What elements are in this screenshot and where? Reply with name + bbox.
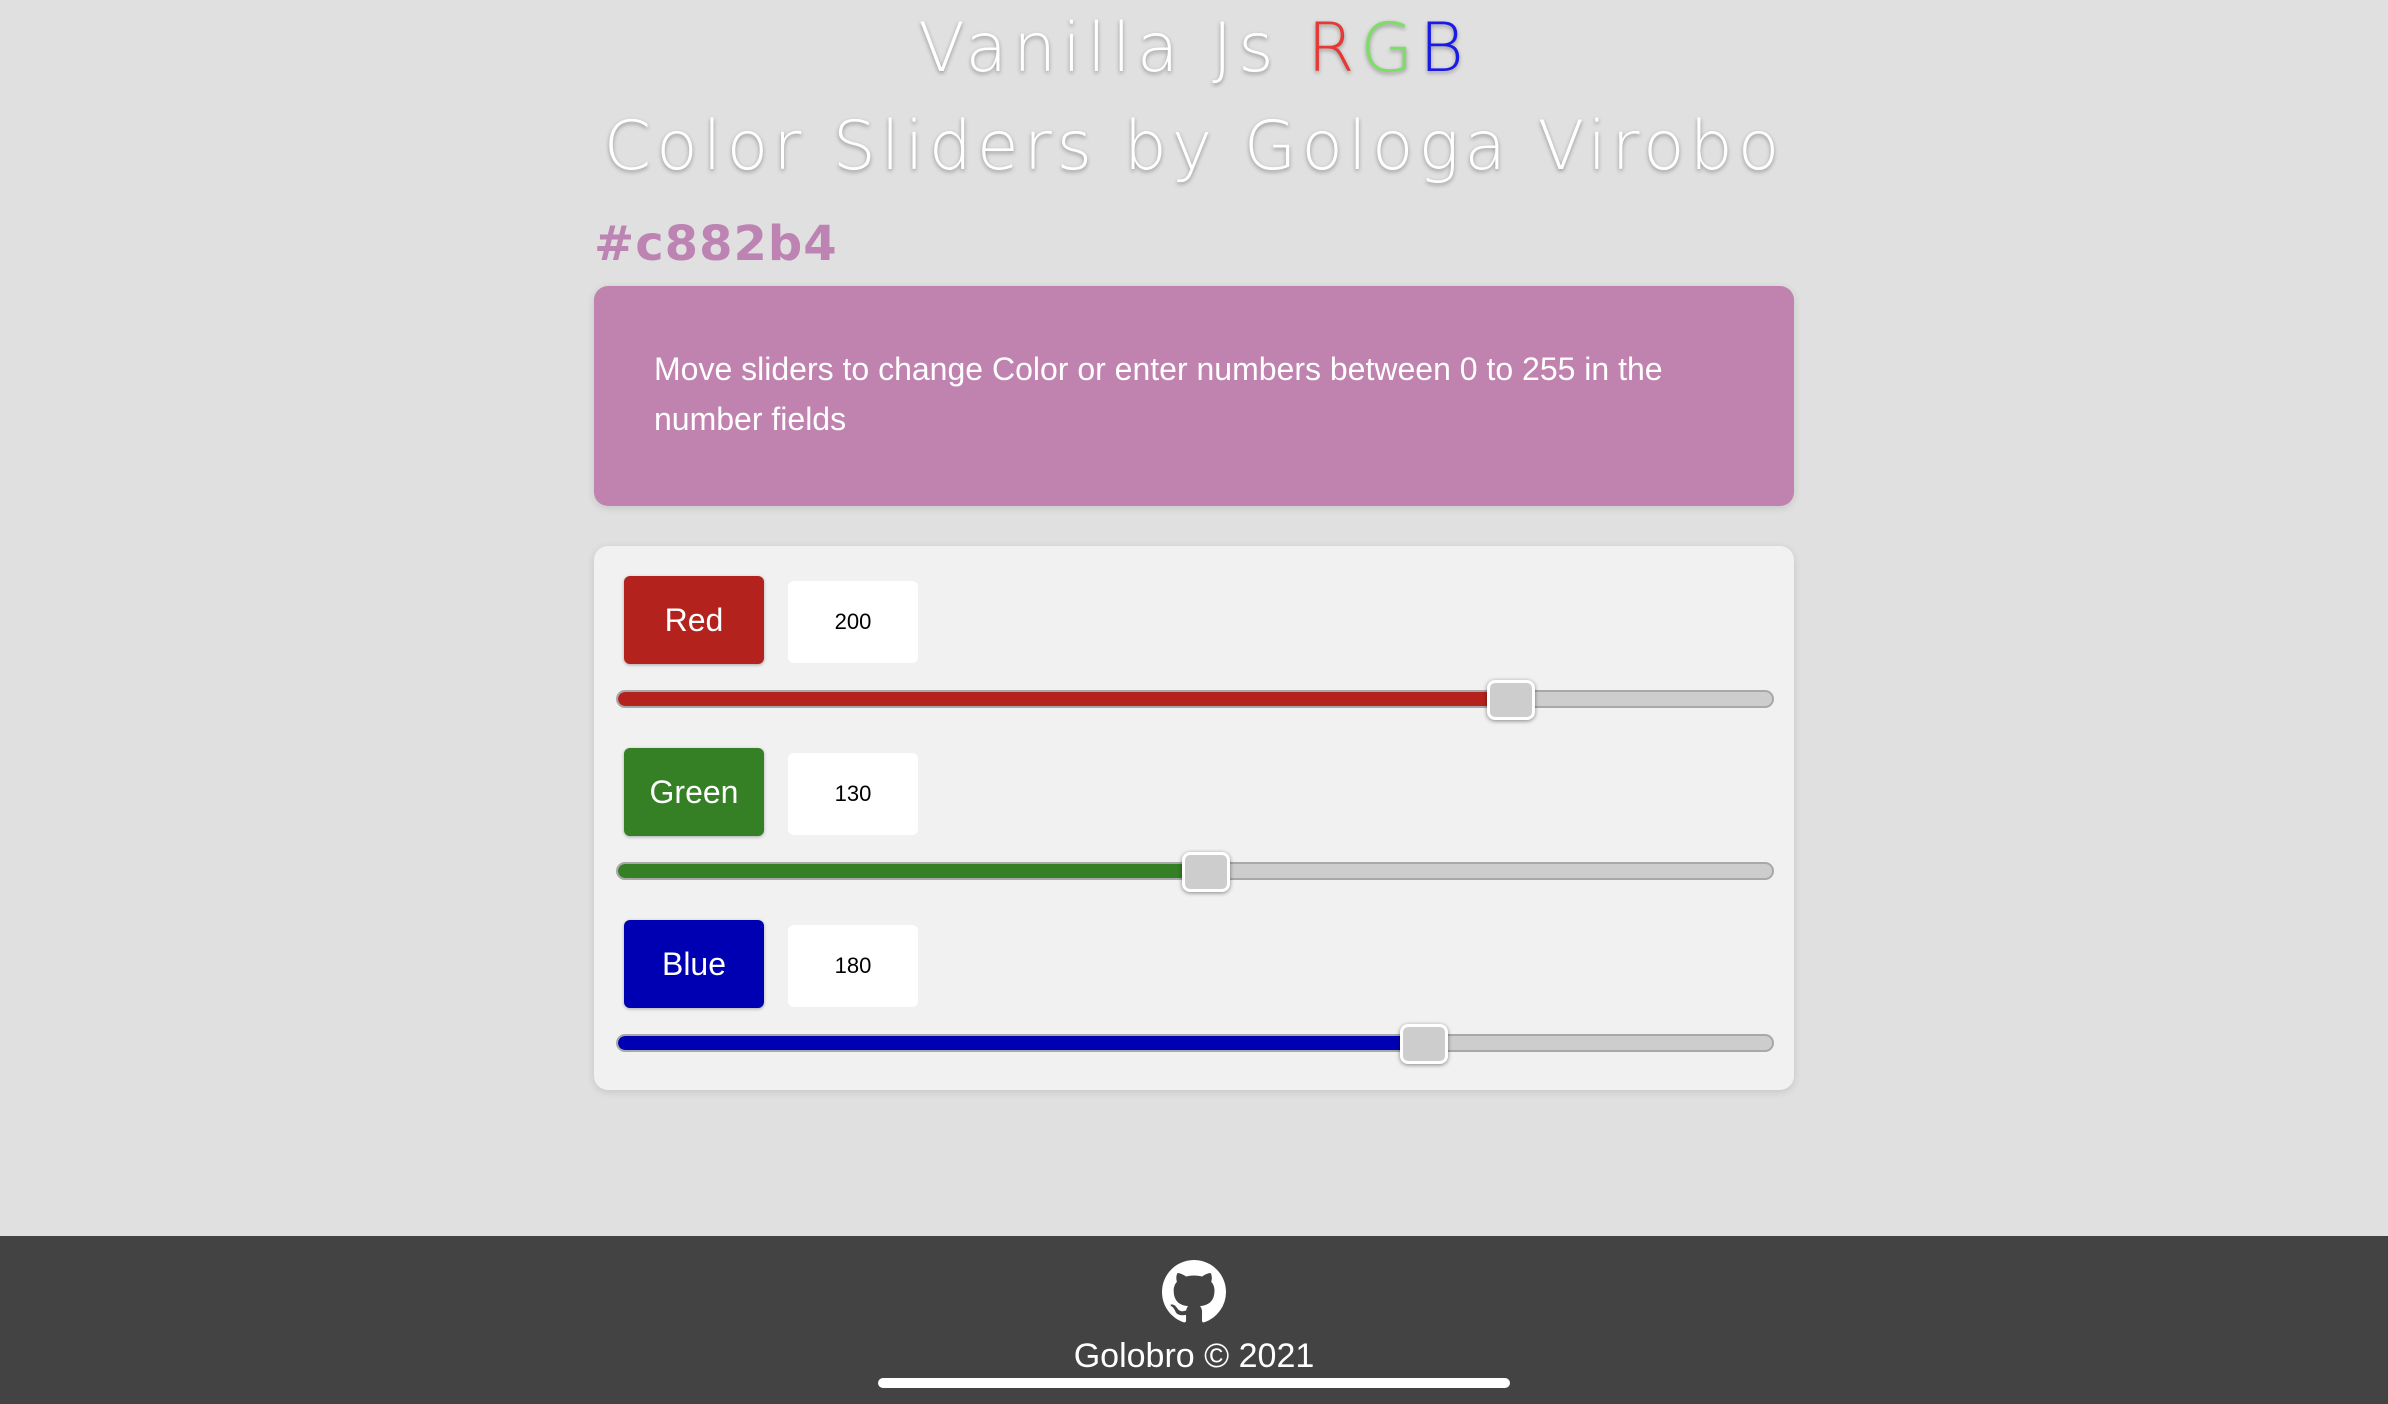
title-letter-r: R (1307, 9, 1361, 88)
blue-slider-fill (618, 1036, 1426, 1050)
blue-number-input[interactable] (788, 925, 918, 1007)
green-slider-fill (618, 864, 1208, 878)
title-letter-g: G (1360, 9, 1420, 88)
green-slider-row: Green (594, 748, 1794, 920)
red-label: Red (624, 576, 764, 664)
title-prefix: Vanilla Js (918, 9, 1308, 88)
red-number-input[interactable] (788, 581, 918, 663)
page: Vanilla Js RGB Color Sliders by Gologa V… (0, 0, 2388, 1404)
page-subtitle: Color Sliders by Gologa Virobo (603, 107, 1785, 186)
green-slider-thumb[interactable] (1181, 852, 1230, 892)
hex-code-display: #c882b4 (594, 216, 838, 272)
color-preview-box: Move sliders to change Color or enter nu… (594, 286, 1794, 506)
blue-slider-thumb[interactable] (1399, 1024, 1448, 1064)
footer-copyright: Golobro © 2021 (1073, 1337, 1315, 1375)
footer-underline (878, 1378, 1510, 1388)
red-slider-fill (618, 692, 1513, 706)
sliders-panel: Red Green Blue (594, 546, 1794, 1090)
red-slider-row: Red (594, 576, 1794, 748)
green-label: Green (624, 748, 764, 836)
red-slider-track[interactable] (616, 690, 1774, 708)
green-number-input[interactable] (788, 753, 918, 835)
red-slider-thumb[interactable] (1486, 680, 1535, 720)
github-icon[interactable] (1162, 1260, 1226, 1324)
page-title: Vanilla Js RGB (0, 4, 2388, 94)
blue-slider-row: Blue (594, 920, 1794, 1092)
footer: Golobro © 2021 (0, 1236, 2388, 1404)
title-letter-b: B (1419, 9, 1470, 88)
blue-label: Blue (624, 920, 764, 1008)
instructions-text: Move sliders to change Color or enter nu… (654, 351, 1663, 437)
blue-slider-track[interactable] (616, 1034, 1774, 1052)
